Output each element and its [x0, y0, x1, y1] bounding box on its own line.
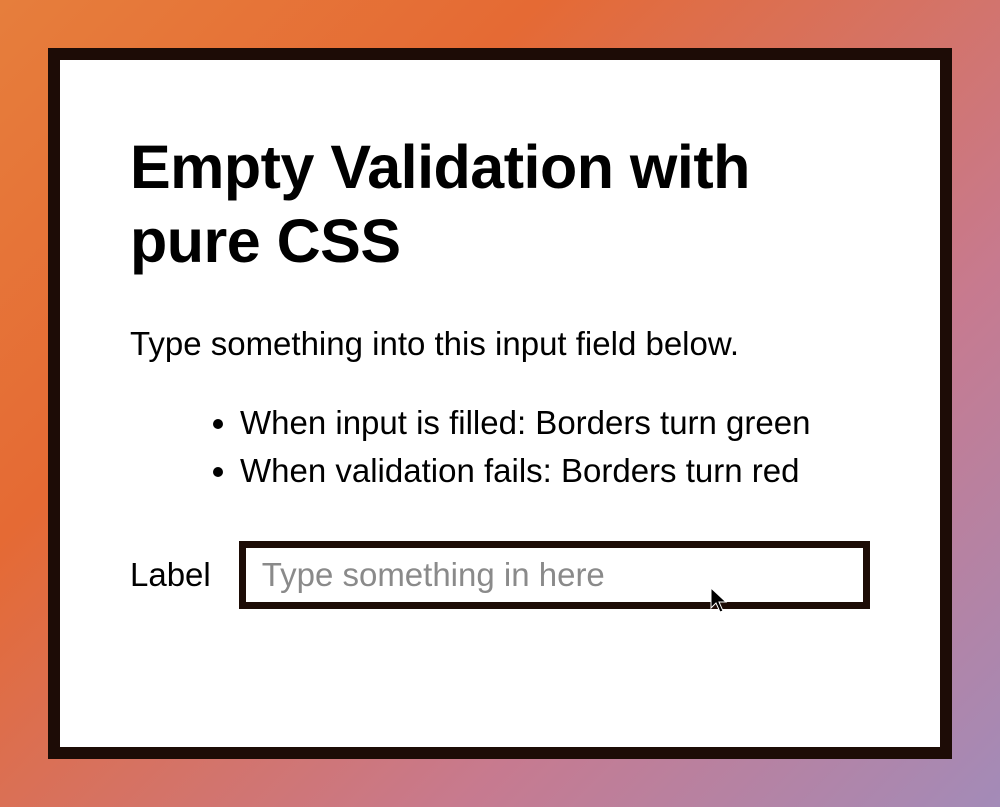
rule-fails: When validation fails: Borders turn red: [240, 447, 870, 495]
rules-list: When input is filled: Borders turn green…: [130, 399, 870, 495]
instruction-text: Type something into this input field bel…: [130, 321, 870, 367]
input-label: Label: [130, 556, 211, 594]
rule-filled: When input is filled: Borders turn green: [240, 399, 870, 447]
demo-text-input[interactable]: [239, 541, 870, 609]
demo-card: Empty Validation with pure CSS Type some…: [48, 48, 952, 759]
page-title: Empty Validation with pure CSS: [130, 130, 870, 279]
form-row: Label: [130, 541, 870, 609]
